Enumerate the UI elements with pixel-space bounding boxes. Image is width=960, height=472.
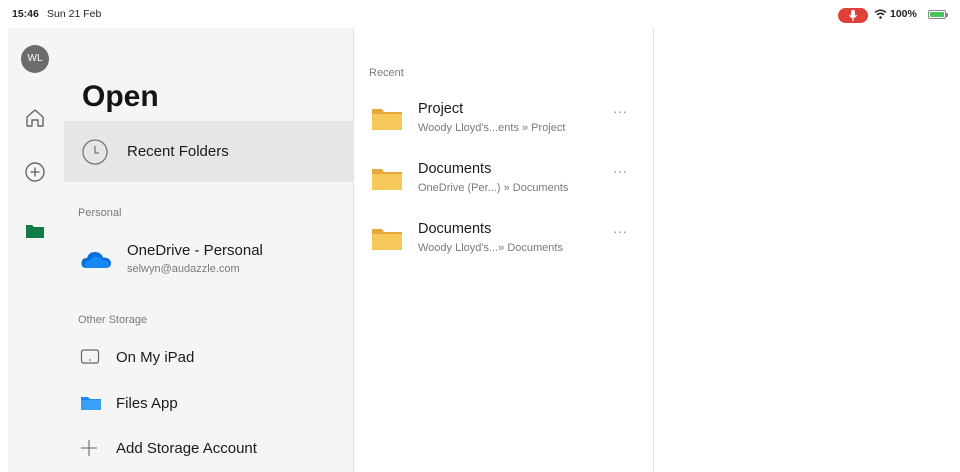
plus-icon xyxy=(81,440,97,456)
plus-circle-icon xyxy=(25,162,45,182)
other-storage-section-label: Other Storage xyxy=(78,314,148,326)
storage-item-label: On My iPad xyxy=(116,349,195,366)
status-time: 15:46 xyxy=(12,8,39,20)
recent-folder-row[interactable]: Documents Woody Lloyd's...» Documents ··… xyxy=(355,211,654,269)
folder-path: OneDrive (Per...) » Documents xyxy=(418,182,569,194)
folder-icon xyxy=(372,169,402,190)
recent-folder-row[interactable]: Documents OneDrive (Per...) » Documents … xyxy=(355,151,654,209)
clock-icon xyxy=(82,139,108,165)
page-title: Open xyxy=(82,80,159,113)
recent-folders-item[interactable]: Recent Folders xyxy=(64,121,354,182)
recent-section-label: Recent xyxy=(369,67,404,79)
onedrive-email: selwyn@audazzle.com xyxy=(127,263,240,275)
recent-folder-row[interactable]: Project Woody Lloyd's...ents » Project ·… xyxy=(355,91,654,149)
storage-item-on-my-ipad[interactable]: On My iPad xyxy=(64,339,354,375)
folder-icon xyxy=(26,225,44,238)
folder-path: Woody Lloyd's...ents » Project xyxy=(418,122,566,134)
avatar[interactable]: WL xyxy=(21,45,49,73)
folder-name: Documents xyxy=(418,221,492,237)
microphone-indicator xyxy=(838,8,868,23)
folder-icon xyxy=(372,229,402,250)
files-app-folder-icon xyxy=(81,397,101,410)
storage-item-files-app[interactable]: Files App xyxy=(64,385,354,421)
recent-files-pane: Recent Project Woody Lloyd's...ents » Pr… xyxy=(355,28,654,472)
folder-name: Documents xyxy=(418,161,492,177)
more-options-button[interactable]: ··· xyxy=(613,103,627,119)
new-document-button[interactable] xyxy=(22,159,48,185)
folder-path: Woody Lloyd's...» Documents xyxy=(418,242,563,254)
open-navigation-panel: Open Recent Folders Personal OneDrive - … xyxy=(64,28,354,472)
microphone-icon xyxy=(849,10,857,21)
home-icon xyxy=(26,109,44,127)
storage-item-label: Add Storage Account xyxy=(116,440,257,457)
onedrive-personal-item[interactable]: OneDrive - Personal selwyn@audazzle.com xyxy=(64,233,354,287)
ipad-icon xyxy=(80,349,100,364)
onedrive-cloud-icon xyxy=(81,252,111,268)
battery-percentage: 100% xyxy=(890,8,917,20)
add-storage-account-item[interactable]: Add Storage Account xyxy=(64,430,354,466)
open-button[interactable] xyxy=(22,218,48,244)
app-rail: WL xyxy=(8,28,64,472)
storage-item-label: Files App xyxy=(116,395,178,412)
onedrive-name: OneDrive - Personal xyxy=(127,242,263,259)
recent-folders-label: Recent Folders xyxy=(127,143,229,160)
more-options-button[interactable]: ··· xyxy=(613,223,627,239)
status-bar: 15:46 Sun 21 Feb 100% xyxy=(0,0,960,28)
folder-name: Project xyxy=(418,101,464,117)
status-date: Sun 21 Feb xyxy=(47,8,102,20)
folder-icon xyxy=(372,109,402,130)
battery-icon xyxy=(928,10,948,19)
more-options-button[interactable]: ··· xyxy=(613,163,627,179)
personal-section-label: Personal xyxy=(78,207,122,219)
wifi-icon xyxy=(874,9,887,19)
home-button[interactable] xyxy=(22,105,48,131)
